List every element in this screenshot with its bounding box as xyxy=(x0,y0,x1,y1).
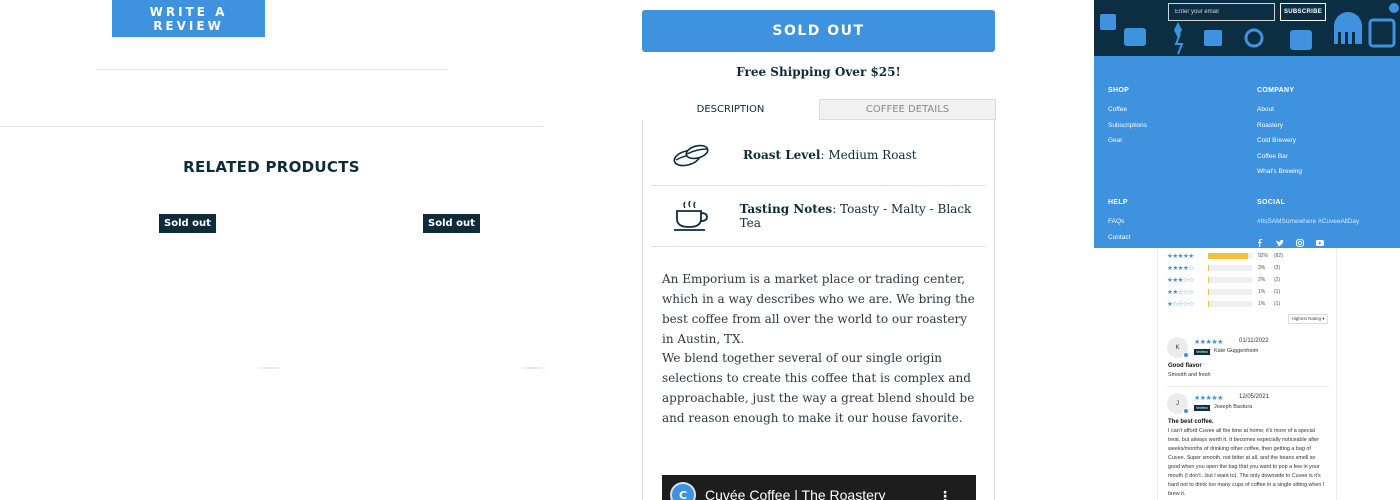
instagram-icon[interactable] xyxy=(1296,239,1304,247)
star-rating: ★★★★★ xyxy=(1194,338,1223,346)
site-footer: SUBSCRIBE SHOP Coffee Subscriptions Gear… xyxy=(1094,0,1400,248)
rating-bar xyxy=(1208,289,1252,295)
star-rating: ★★★★☆ xyxy=(1167,264,1194,272)
product-info-panel: DESCRIPTION COFFEE DETAILS Roast Level: … xyxy=(642,99,996,500)
roast-level-row: Roast Level: Medium Roast xyxy=(651,125,986,186)
review-title: The best coffee. xyxy=(1168,419,1214,425)
rating-histogram-row[interactable]: ★★★★★ 92% (82) xyxy=(1167,252,1283,260)
star-rating: ★★★☆☆ xyxy=(1167,276,1194,284)
description-paragraph: We blend together several of our single … xyxy=(662,351,975,425)
channel-logo-icon: C xyxy=(670,482,696,500)
star-rating: ★★★★★ xyxy=(1194,394,1223,402)
review-date: 01/11/2022 xyxy=(1239,338,1269,344)
footer-social-heading: SOCIAL xyxy=(1257,199,1286,206)
reviewer-name: Joseph Bastura xyxy=(1214,404,1253,410)
rating-percent: 3% xyxy=(1258,265,1266,271)
rating-bar-fill xyxy=(1208,253,1249,259)
twitter-icon[interactable] xyxy=(1276,239,1284,247)
rating-histogram-row[interactable]: ★★★☆☆ 2% (2) xyxy=(1167,276,1280,284)
footer-link-roastery[interactable]: Roastery xyxy=(1257,122,1283,129)
description-paragraph: An Emporium is a market place or trading… xyxy=(662,272,975,346)
tasting-notes: Tasting Notes: Toasty - Malty - Black Te… xyxy=(740,202,986,230)
star-rating: ★★☆☆☆ xyxy=(1167,288,1194,296)
sold-out-button[interactable]: SOLD OUT xyxy=(642,10,995,52)
rating-bar xyxy=(1208,253,1252,259)
star-rating: ★★★★★ xyxy=(1167,252,1194,260)
rating-count: (3) xyxy=(1274,265,1281,271)
footer-shop-heading: SHOP xyxy=(1108,87,1130,94)
tasting-notes-row: Tasting Notes: Toasty - Malty - Black Te… xyxy=(651,186,986,247)
divider xyxy=(96,69,448,70)
write-review-button[interactable]: WRITE A REVIEW xyxy=(112,0,265,37)
rating-bar xyxy=(1208,301,1252,307)
review-body: Smooth and fresh xyxy=(1168,372,1211,378)
footer-help-heading: HELP xyxy=(1108,199,1128,206)
coffee-cup-icon xyxy=(651,199,732,233)
footer-link-contact[interactable]: Contact xyxy=(1108,234,1130,241)
product-image-placeholder[interactable] xyxy=(518,367,548,369)
sold-out-badge: Sold out xyxy=(159,214,216,233)
rating-bar-fill xyxy=(1208,265,1210,271)
footer-hashtags: #ItsSAMSomewhere #CuveeAllDay xyxy=(1257,218,1360,225)
free-shipping-note: Free Shipping Over $25! xyxy=(736,65,901,79)
rating-count: (2) xyxy=(1274,277,1281,283)
more-options-icon[interactable]: ⋮ xyxy=(938,489,952,500)
rating-histogram-row[interactable]: ★★★★☆ 3% (3) xyxy=(1167,264,1280,272)
review-date: 12/05/2021 xyxy=(1239,394,1270,400)
footer-link-whats-brewing[interactable]: What's Brewing xyxy=(1257,168,1302,175)
sort-dropdown[interactable]: Highest Rating ▾ xyxy=(1288,314,1328,324)
sold-out-badge: Sold out xyxy=(423,214,480,233)
rating-percent: 1% xyxy=(1258,301,1266,307)
subscribe-button[interactable]: SUBSCRIBE xyxy=(1280,3,1326,21)
coffee-beans-icon xyxy=(651,141,735,169)
rating-percent: 2% xyxy=(1258,277,1266,283)
tab-description[interactable]: DESCRIPTION xyxy=(642,99,819,120)
video-embed[interactable]: C Cuvée Coffee | The Roastery ⋮ xyxy=(662,475,976,500)
footer-link-subscriptions[interactable]: Subscriptions xyxy=(1108,122,1147,129)
verified-check-icon xyxy=(1183,352,1189,358)
rating-percent: 92% xyxy=(1258,253,1269,259)
rating-count: (1) xyxy=(1274,301,1281,307)
reviewer-name: Kate Guggenheim xyxy=(1214,348,1259,354)
rating-count: (1) xyxy=(1274,289,1281,295)
review-title: Good flavor xyxy=(1168,363,1202,369)
verified-check-icon xyxy=(1183,408,1189,414)
tab-coffee-details[interactable]: COFFEE DETAILS xyxy=(819,99,996,120)
footer-link-coffee-bar[interactable]: Coffee Bar xyxy=(1257,153,1288,160)
attribute-value: : Medium Roast xyxy=(820,148,917,162)
roast-level: Roast Level: Medium Roast xyxy=(743,148,917,162)
footer-link-gear[interactable]: Gear xyxy=(1108,137,1122,144)
attribute-label: Tasting Notes xyxy=(739,202,833,216)
rating-histogram-row[interactable]: ★★☆☆☆ 1% (1) xyxy=(1167,288,1280,296)
rating-count: (82) xyxy=(1274,253,1283,259)
verified-badge: Verified xyxy=(1194,405,1210,411)
rating-percent: 1% xyxy=(1258,289,1266,295)
product-image-placeholder[interactable] xyxy=(255,367,285,369)
youtube-icon[interactable] xyxy=(1316,239,1324,247)
facebook-icon[interactable] xyxy=(1256,239,1264,247)
newsletter-email-input[interactable] xyxy=(1168,3,1275,21)
video-title[interactable]: Cuvée Coffee | The Roastery xyxy=(705,487,886,500)
footer-link-about[interactable]: About xyxy=(1257,106,1274,113)
rating-histogram-row[interactable]: ★☆☆☆☆ 1% (1) xyxy=(1167,300,1280,308)
rating-bar xyxy=(1208,265,1252,271)
footer-link-faqs[interactable]: FAQs xyxy=(1108,218,1124,225)
review-body: I can't afford Cuvee all the time at hom… xyxy=(1168,428,1325,497)
footer-company-heading: COMPANY xyxy=(1257,87,1295,94)
verified-badge: Verified xyxy=(1194,349,1210,355)
rating-bar-fill xyxy=(1208,277,1209,283)
rating-bar xyxy=(1208,277,1252,283)
related-products-title: RELATED PRODUCTS xyxy=(183,158,360,176)
divider xyxy=(1167,386,1329,387)
newsletter-banner: SUBSCRIBE xyxy=(1094,0,1400,56)
attribute-label: Roast Level xyxy=(743,148,821,162)
review-item: J ★★★★★ 12/05/2021 Verified Joseph Bastu… xyxy=(1167,393,1329,500)
reviews-widget: ★★★★★ 92% (82) ★★★★☆ 3% (3) ★★★☆☆ 2% (2)… xyxy=(1157,248,1337,500)
review-item: K ★★★★★ 01/11/2022 Verified Kate Guggenh… xyxy=(1167,337,1329,392)
star-rating: ★☆☆☆☆ xyxy=(1167,300,1194,308)
divider xyxy=(0,126,543,127)
footer-link-cold-brewery[interactable]: Cold Brewery xyxy=(1257,137,1296,144)
footer-link-coffee[interactable]: Coffee xyxy=(1108,106,1127,113)
